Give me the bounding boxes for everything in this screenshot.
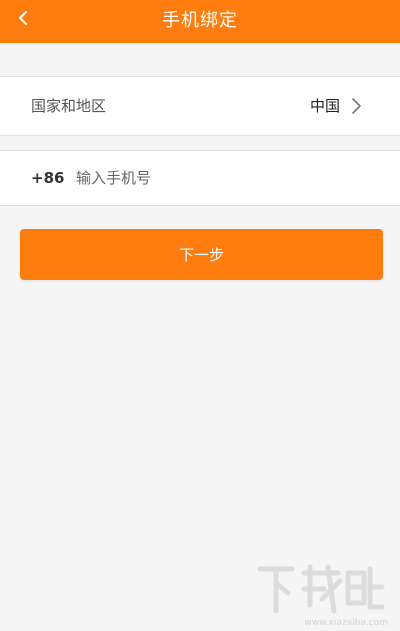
region-label: 国家和地区	[31, 97, 107, 115]
app-header: 手机绑定	[0, 0, 400, 43]
chevron-right-icon	[352, 98, 361, 114]
back-button[interactable]	[6, 0, 40, 36]
chevron-left-icon	[19, 11, 27, 25]
page-title: 手机绑定	[162, 9, 238, 31]
watermark-url: www.xiazaiba.com	[304, 618, 388, 628]
region-selector[interactable]: 国家和地区 中国	[0, 76, 400, 136]
country-code: +86	[31, 169, 65, 187]
phone-input[interactable]	[76, 163, 366, 193]
top-spacer	[0, 43, 400, 76]
next-step-button[interactable]: 下一步	[20, 229, 383, 280]
section-spacer	[0, 136, 400, 150]
region-value: 中国	[309, 97, 340, 115]
watermark-logo	[257, 564, 385, 614]
phone-row: +86	[0, 150, 400, 206]
